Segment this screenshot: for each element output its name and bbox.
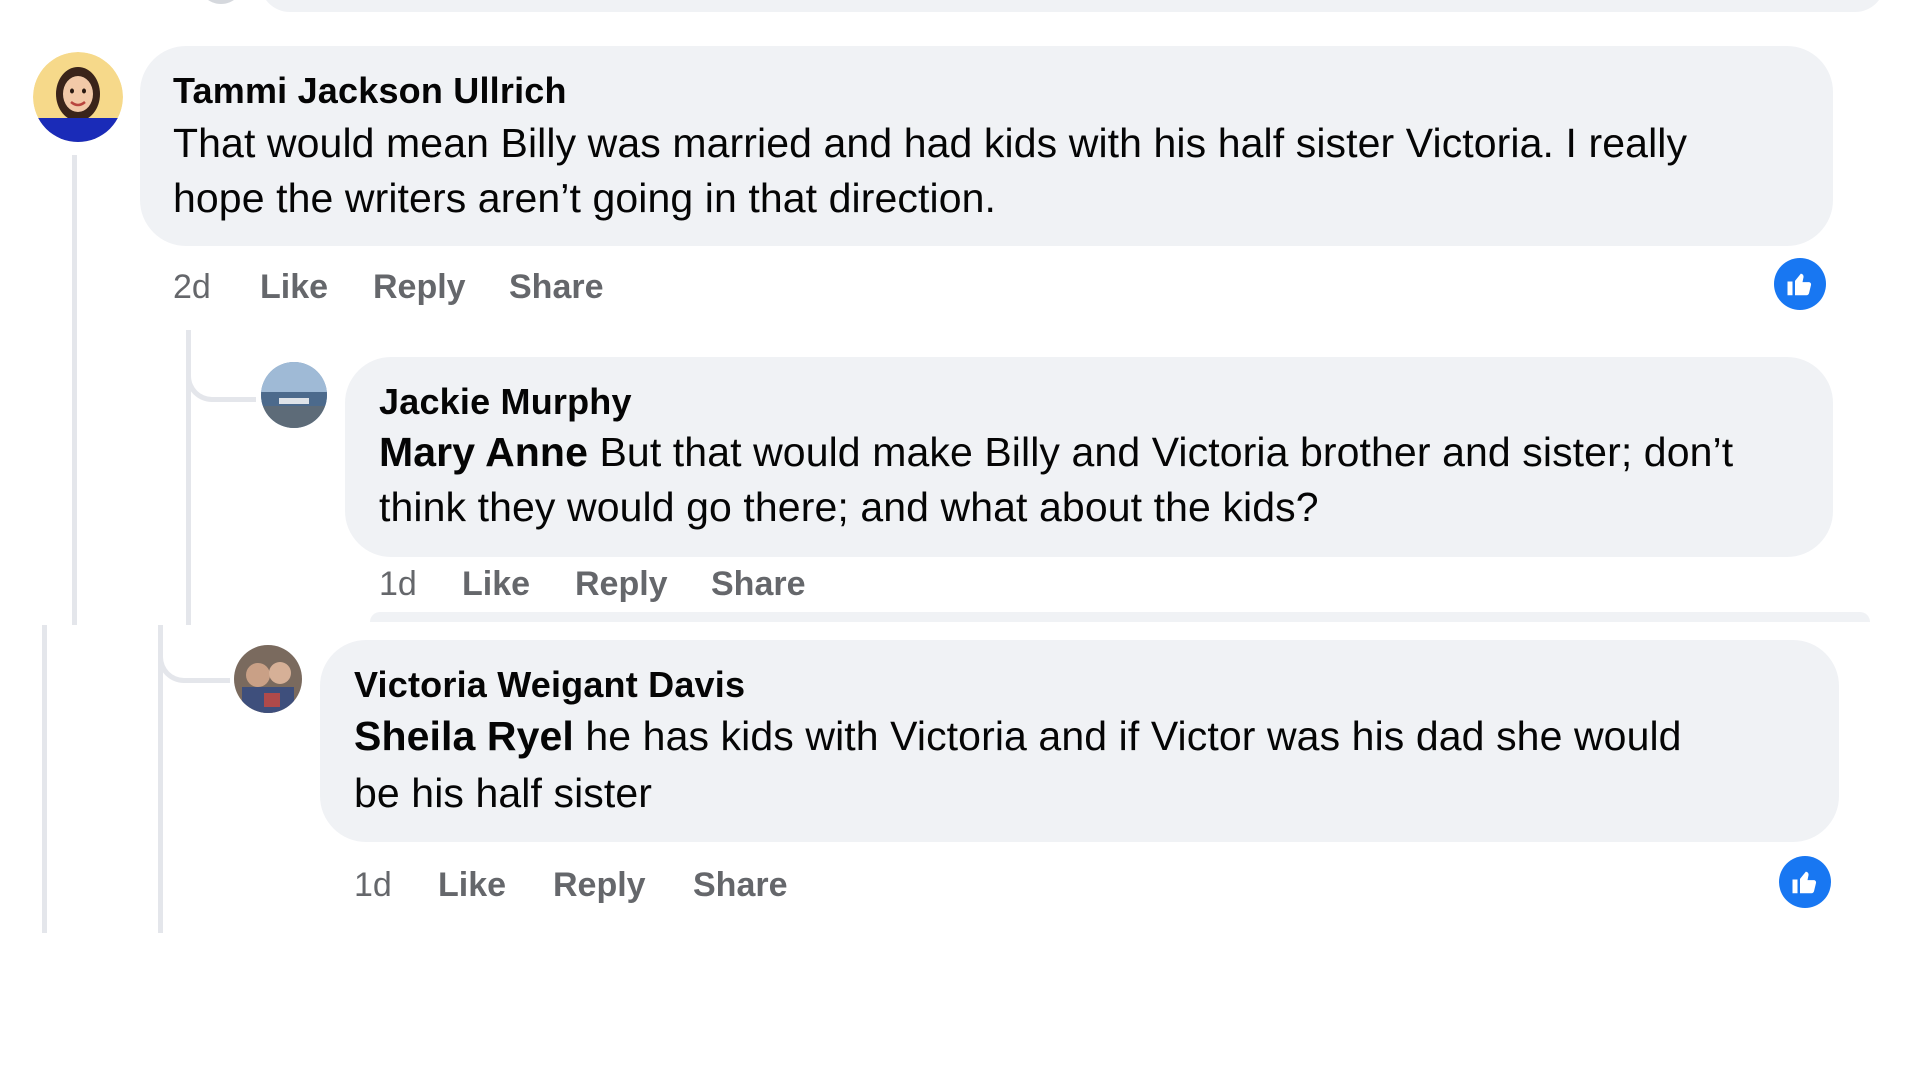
thread-connector-reply-2: [158, 625, 230, 683]
mention-link[interactable]: Mary Anne: [379, 429, 588, 475]
comment-text: Sheila Ryel he has kids with Victoria an…: [354, 709, 1682, 764]
avatar-jackie[interactable]: [261, 362, 327, 428]
thumbs-up-icon: [1787, 273, 1812, 296]
comment-text: hope the writers aren’t going in that di…: [173, 171, 996, 226]
hidden-comment-edge: [370, 612, 1870, 622]
comment-author[interactable]: Jackie Murphy: [379, 381, 632, 423]
thread-line-main: [72, 155, 77, 625]
comment-text: That would mean Billy was married and ha…: [173, 116, 1687, 171]
previous-comment-bubble: [260, 0, 1885, 12]
thread-line-main-lower: [42, 625, 47, 933]
comment-text: be his half sister: [354, 766, 652, 821]
share-button[interactable]: Share: [711, 565, 806, 604]
comment-text-line: be his half sister: [354, 770, 653, 816]
share-button[interactable]: Share: [509, 268, 604, 307]
share-button[interactable]: Share: [693, 866, 788, 905]
previous-comment-avatar[interactable]: [198, 0, 244, 4]
reply-button[interactable]: Reply: [553, 866, 646, 905]
reply-button[interactable]: Reply: [575, 565, 668, 604]
comment-author[interactable]: Tammi Jackson Ullrich: [173, 70, 567, 112]
timestamp[interactable]: 1d: [379, 565, 417, 604]
comment-text-line: That would mean Billy was married and ha…: [173, 120, 1688, 166]
reply-button[interactable]: Reply: [373, 268, 466, 307]
avatar-image: [33, 52, 123, 142]
comment-text: Mary Anne But that would make Billy and …: [379, 425, 1733, 480]
thread-connector-reply-1: [186, 330, 256, 402]
comment-text-line: think they would go there; and what abou…: [379, 484, 1319, 530]
comment-text-line: hope the writers aren’t going in that di…: [173, 175, 996, 221]
comment-text-line: But that would make Billy and Victoria b…: [587, 429, 1734, 475]
avatar-image: [261, 362, 327, 428]
timestamp[interactable]: 1d: [354, 866, 392, 905]
mention-link[interactable]: Sheila Ryel: [354, 713, 574, 759]
like-reaction-icon[interactable]: [1774, 258, 1826, 310]
comment-thread: Tammi Jackson Ullrich That would mean Bi…: [0, 0, 1920, 1080]
thumbs-up-icon: [1792, 871, 1817, 894]
avatar-image: [234, 645, 302, 713]
like-button[interactable]: Like: [260, 268, 328, 307]
comment-text-line: he has kids with Victoria and if Victor …: [573, 713, 1682, 759]
avatar-tammi[interactable]: [33, 52, 123, 142]
timestamp[interactable]: 2d: [173, 268, 211, 307]
comment-author[interactable]: Victoria Weigant Davis: [354, 664, 745, 706]
comment-text: think they would go there; and what abou…: [379, 480, 1319, 535]
avatar-victoria[interactable]: [234, 645, 302, 713]
like-button[interactable]: Like: [438, 866, 506, 905]
like-reaction-icon[interactable]: [1779, 856, 1831, 908]
like-button[interactable]: Like: [462, 565, 530, 604]
